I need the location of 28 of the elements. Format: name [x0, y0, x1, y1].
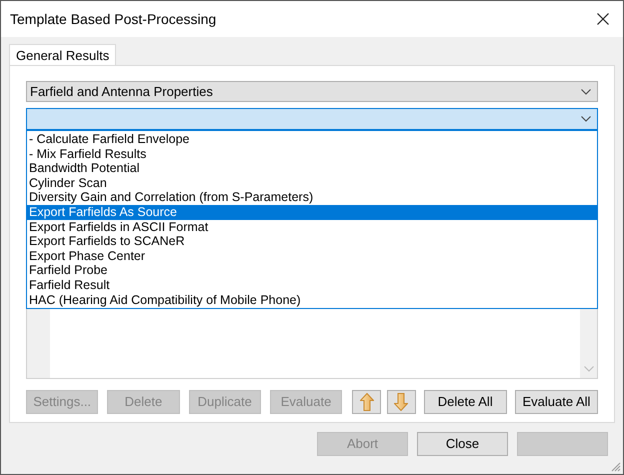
dialog-button[interactable]: Close [417, 432, 508, 456]
dropdown-item[interactable]: Cylinder Scan [27, 176, 597, 190]
chevron-icon [581, 88, 591, 94]
dropdown-item[interactable]: Bandwidth Potential [27, 161, 597, 176]
category-combo[interactable]: Farfield and Antenna Properties [26, 81, 598, 102]
dropdown-item[interactable]: Export Farfields in ASCII Format [27, 220, 597, 234]
window-title: Template Based Post-Processing [10, 10, 216, 29]
up-arrow-icon [360, 393, 374, 411]
template-combo[interactable] [26, 108, 598, 130]
action-button[interactable]: Delete All [424, 390, 507, 414]
dropdown-item[interactable]: Export Phase Center [27, 248, 597, 264]
dropdown-item[interactable]: Farfield Probe [27, 263, 597, 278]
dropdown-item[interactable]: - Mix Farfield Results [27, 146, 597, 162]
dropdown-item[interactable]: Diversity Gain and Correlation (from S-Parameters) [27, 190, 597, 205]
dropdown-item[interactable]: - Calculate Farfield Envelope [27, 132, 597, 147]
move-down-button[interactable] [386, 390, 416, 414]
dropdown-item[interactable]: Export Farfields As Source [27, 204, 597, 220]
dropdown-item[interactable]: Export Farfields to SCANeR [27, 234, 597, 249]
scroll-down-icon[interactable] [584, 366, 594, 372]
resize-grip-icon[interactable] [611, 462, 621, 472]
action-button[interactable]: Evaluate All [514, 390, 598, 414]
down-arrow-icon [394, 393, 408, 411]
close-icon[interactable] [597, 13, 609, 25]
dropdown-item[interactable]: Farfield Result [27, 278, 597, 293]
tab[interactable]: General Results [9, 44, 116, 66]
chevron-icon [581, 116, 591, 122]
move-up-button[interactable] [352, 390, 381, 414]
dropdown-item[interactable]: HAC (Hearing Aid Compatibility of Mobile Phone) [27, 292, 597, 308]
